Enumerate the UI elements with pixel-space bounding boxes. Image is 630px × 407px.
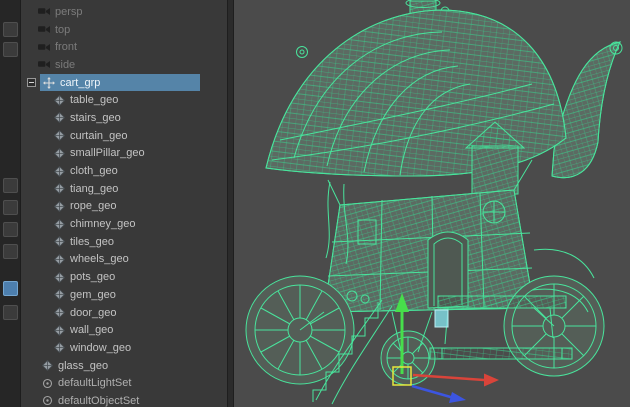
mesh-icon [54,112,65,123]
tool-icon-2[interactable] [3,42,18,57]
mesh-icon [54,342,65,353]
outliner-item-label: curtain_geo [70,130,128,142]
toolbox-strip [0,0,21,407]
outliner-item-label: tiles_geo [70,236,114,248]
outliner-item-defaultObjectSet[interactable]: defaultObjectSet [21,392,227,407]
outliner-item-label: defaultObjectSet [58,395,139,407]
selection-highlight: cart_grp [40,74,200,92]
outliner-item-label: tiang_geo [70,183,118,195]
cart-model-wireframe[interactable] [246,0,622,404]
group-transform-icon [43,77,55,89]
mesh-icon [54,183,65,194]
tool-icon-3[interactable] [3,178,18,193]
outliner-item-label: cloth_geo [70,165,118,177]
tool-icon-8[interactable] [3,305,18,320]
outliner-item-rope_geo[interactable]: rope_geo [21,198,227,216]
outliner-item-label: front [55,41,77,53]
outliner-item-door_geo[interactable]: door_geo [21,304,227,322]
mesh-icon [54,325,65,336]
outliner-item-label: stairs_geo [70,112,121,124]
outliner-item-tiles_geo[interactable]: tiles_geo [21,233,227,251]
outliner-item-glass_geo[interactable]: glass_geo [21,357,227,375]
outliner-item-label: cart_grp [60,77,100,89]
outliner-item-label: wheels_geo [70,253,129,265]
manipulator-z-axis[interactable] [412,386,466,403]
outliner-item-label: defaultLightSet [58,377,131,389]
mesh-icon [54,166,65,177]
outliner-item-window_geo[interactable]: window_geo [21,339,227,357]
tool-icon-6[interactable] [3,244,18,259]
outliner-item-label: gem_geo [70,289,116,301]
outliner-item-wall_geo[interactable]: wall_geo [21,321,227,339]
outliner-item-label: chimney_geo [70,218,135,230]
outliner-item-curtain_geo[interactable]: curtain_geo [21,127,227,145]
mesh-icon [54,95,65,106]
outliner-item-label: top [55,24,70,36]
outliner-item-table_geo[interactable]: table_geo [21,91,227,109]
camera-icon [38,24,50,35]
outliner-item-persp[interactable]: persp [21,3,227,21]
outliner-item-top[interactable]: top [21,21,227,39]
outliner-item-label: smallPillar_geo [70,147,145,159]
camera-icon [38,6,50,17]
outliner-item-stairs_geo[interactable]: stairs_geo [21,109,227,127]
manipulator-x-axis[interactable] [413,374,499,387]
outliner-item-label: rope_geo [70,200,117,212]
mesh-icon [54,148,65,159]
camera-icon [38,42,50,53]
outliner-panel: persp top front side cart_grp table_geo [21,0,227,407]
outliner-item-smallPillar_geo[interactable]: smallPillar_geo [21,145,227,163]
mesh-icon [54,272,65,283]
outliner-item-label: glass_geo [58,360,108,372]
mesh-icon [54,289,65,300]
set-icon [42,395,53,406]
panel-divider[interactable] [227,0,234,407]
outliner-item-tiang_geo[interactable]: tiang_geo [21,180,227,198]
outliner-item-wheels_geo[interactable]: wheels_geo [21,251,227,269]
camera-icon [38,59,50,70]
mesh-icon [54,130,65,141]
viewport-panel[interactable] [232,0,630,407]
mesh-icon [54,307,65,318]
maya-window: persp top front side cart_grp table_geo [0,0,630,407]
set-icon [42,378,53,389]
outliner-item-pots_geo[interactable]: pots_geo [21,268,227,286]
outliner-item-gem_geo[interactable]: gem_geo [21,286,227,304]
outliner-item-label: side [55,59,75,71]
outliner-item-label: persp [55,6,83,18]
tool-icon-4[interactable] [3,200,18,215]
roof-right-wing [552,42,622,178]
roof-main [266,10,566,176]
mesh-icon [42,360,53,371]
mesh-icon [54,254,65,265]
outliner-item-cart_grp[interactable]: cart_grp [21,74,227,92]
tool-icon-5[interactable] [3,222,18,237]
tool-icon-active[interactable] [3,281,18,296]
outliner-item-defaultLightSet[interactable]: defaultLightSet [21,374,227,392]
outliner-item-chimney_geo[interactable]: chimney_geo [21,215,227,233]
outliner-item-front[interactable]: front [21,38,227,56]
collapse-expander-icon[interactable] [27,78,36,87]
tool-icon-1[interactable] [3,22,18,37]
mesh-icon [54,236,65,247]
outliner-item-cloth_geo[interactable]: cloth_geo [21,162,227,180]
viewport-canvas[interactable] [232,0,630,407]
outliner-item-label: window_geo [70,342,131,354]
mesh-icon [54,201,65,212]
outliner-item-label: pots_geo [70,271,115,283]
outliner-item-side[interactable]: side [21,56,227,74]
outliner-item-label: wall_geo [70,324,113,336]
outliner-item-label: table_geo [70,94,118,106]
outliner-item-label: door_geo [70,307,117,319]
mesh-icon [54,219,65,230]
component-highlight-cyan [435,310,448,327]
